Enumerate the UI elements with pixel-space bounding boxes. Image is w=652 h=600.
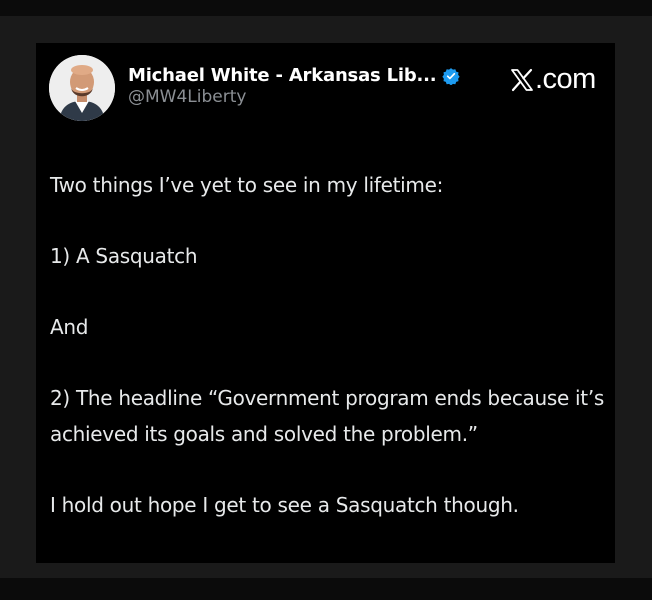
bottom-letterbox bbox=[0, 578, 652, 600]
x-logo-icon bbox=[510, 68, 534, 92]
top-letterbox bbox=[0, 0, 652, 16]
author-name-row: Michael White - Arkansas Lib... bbox=[128, 65, 498, 86]
author-display-name[interactable]: Michael White - Arkansas Lib... bbox=[128, 65, 437, 86]
verified-badge-icon bbox=[442, 67, 461, 85]
screenshot-frame: Michael White - Arkansas Lib... @MW4Libe… bbox=[0, 0, 652, 600]
tweet-paragraph-3: And bbox=[50, 315, 89, 339]
tweet-text: Two things I’ve yet to see in my lifetim… bbox=[50, 167, 605, 523]
avatar-portrait-icon bbox=[49, 55, 115, 121]
tweet-paragraph-4: 2) The headline “Government program ends… bbox=[50, 386, 605, 446]
author-handle[interactable]: @MW4Liberty bbox=[128, 87, 498, 107]
x-logo-text: .com bbox=[535, 63, 596, 95]
tweet-paragraph-1: Two things I’ve yet to see in my lifetim… bbox=[50, 173, 444, 197]
tweet-card: Michael White - Arkansas Lib... @MW4Libe… bbox=[36, 43, 615, 563]
x-brand-logo: .com bbox=[510, 63, 596, 96]
author-block: Michael White - Arkansas Lib... @MW4Libe… bbox=[128, 65, 498, 107]
tweet-paragraph-2: 1) A Sasquatch bbox=[50, 244, 198, 268]
avatar[interactable] bbox=[49, 55, 115, 121]
tweet-paragraph-5: I hold out hope I get to see a Sasquatch… bbox=[50, 493, 519, 517]
